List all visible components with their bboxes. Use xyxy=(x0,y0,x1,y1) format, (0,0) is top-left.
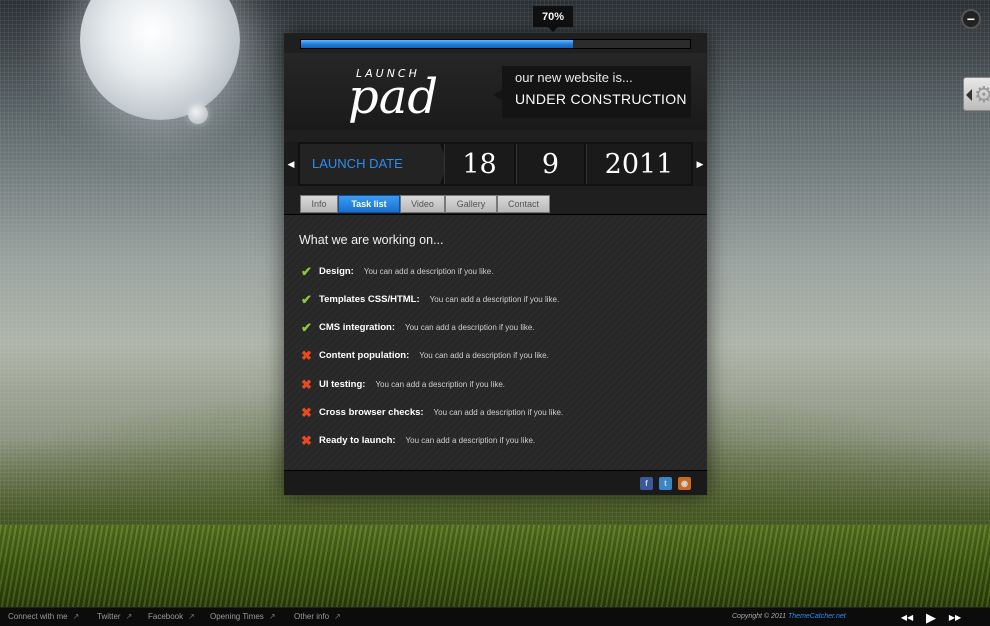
task-item: ✖ Content population: You can add a desc… xyxy=(300,348,549,362)
progress-bar-fill xyxy=(301,40,574,48)
footer-link-other-info[interactable]: Other info ↗ xyxy=(294,612,341,621)
external-link-icon: ↗ xyxy=(268,612,276,621)
task-list-heading: What we are working on... xyxy=(299,233,444,247)
external-link-icon: ↗ xyxy=(334,612,341,621)
cross-icon: ✖ xyxy=(301,347,312,363)
task-item: ✔ Templates CSS/HTML: You can add a desc… xyxy=(300,292,559,306)
tab-gallery[interactable]: Gallery xyxy=(445,195,497,213)
twitter-icon[interactable]: t xyxy=(659,477,672,490)
tab-bar: Info Task list Video Gallery Contact xyxy=(284,195,707,215)
task-item: ✖ Cross browser checks: You can add a de… xyxy=(300,405,563,419)
task-description: You can add a description if you like. xyxy=(405,322,535,332)
forward-button[interactable]: ▶▶ xyxy=(946,609,964,626)
small-moon-decoration xyxy=(188,104,208,124)
triangle-left-icon: ◀ xyxy=(287,158,295,169)
rss-icon[interactable]: ◉ xyxy=(678,477,691,490)
launch-date-label: LAUNCH DATE xyxy=(300,144,448,184)
next-date-button[interactable]: ▶ xyxy=(693,142,707,186)
moon-decoration xyxy=(80,0,240,120)
launch-year: 2011 xyxy=(586,144,691,184)
cross-icon: ✖ xyxy=(301,376,312,392)
status-callout: our new website is... UNDER CONSTRUCTION xyxy=(493,66,691,118)
launch-day: 18 xyxy=(444,144,514,184)
settings-panel-toggle[interactable]: ⚙ xyxy=(963,77,990,111)
rewind-button[interactable]: ◀◀ xyxy=(898,609,916,626)
task-name: Templates CSS/HTML: xyxy=(319,293,420,305)
footer-link-opening-times[interactable]: Opening Times ↗ xyxy=(210,612,276,621)
facebook-icon[interactable]: f xyxy=(640,477,653,490)
checkmark-icon: ✔ xyxy=(301,263,312,279)
tab-video[interactable]: Video xyxy=(400,195,445,213)
grass-background xyxy=(0,525,990,607)
task-name: CMS integration: xyxy=(319,321,395,333)
cross-icon: ✖ xyxy=(301,404,312,420)
triangle-right-icon: ▶ xyxy=(696,158,704,169)
footer-link-label: Opening Times xyxy=(210,612,264,621)
site-footer: Connect with me ↗ Twitter ↗ Facebook ↗ Open… xyxy=(0,607,990,626)
external-link-icon: ↗ xyxy=(72,612,80,621)
task-name: Cross browser checks: xyxy=(319,406,424,418)
progress-percent-label: 70% xyxy=(533,6,573,32)
footer-link-label: Connect with me xyxy=(8,612,68,621)
footer-link-label: Twitter xyxy=(97,612,121,621)
footer-link-twitter[interactable]: Twitter ↗ xyxy=(97,612,132,621)
tab-task-list[interactable]: Task list xyxy=(338,195,400,213)
main-panel: LAUNCH pad our new website is... UNDER C… xyxy=(284,33,707,495)
copyright-text: Copyright © 2011 ThemeCatcher.net xyxy=(732,613,846,620)
task-description: You can add a description if you like. xyxy=(419,350,549,360)
task-description: You can add a description if you like. xyxy=(375,379,506,389)
task-item: ✖ UI testing: You can add a description … xyxy=(300,377,505,391)
task-name: UI testing: xyxy=(319,378,366,390)
task-list-content: What we are working on... ✔ Design: You … xyxy=(284,215,707,470)
external-link-icon: ↗ xyxy=(188,612,195,621)
logo-main-text: pad xyxy=(348,69,439,125)
task-name: Content population: xyxy=(319,349,410,361)
themecatcher-link[interactable]: ThemeCatcher.net xyxy=(788,613,846,620)
task-description: You can add a description if you like. xyxy=(363,266,494,276)
task-name: Design: xyxy=(319,265,354,277)
task-name: Ready to launch: xyxy=(319,434,396,446)
tab-info[interactable]: Info xyxy=(300,195,338,213)
status-callout-line2: UNDER CONSTRUCTION xyxy=(515,91,687,107)
progress-bar xyxy=(300,39,691,49)
panel-footer: f t ◉ xyxy=(284,470,707,495)
play-button[interactable]: ▶ xyxy=(922,609,940,626)
launch-date-bar: ◀ LAUNCH DATE 18 9 2011 ▶ xyxy=(284,142,707,186)
cross-icon: ✖ xyxy=(301,432,312,448)
launch-month: 9 xyxy=(516,144,584,184)
copyright-prefix: Copyright © 2011 xyxy=(732,613,787,620)
task-description: You can add a description if you like. xyxy=(429,294,560,304)
task-item: ✖ Ready to launch: You can add a descrip… xyxy=(300,433,535,447)
task-description: You can add a description if you like. xyxy=(433,407,564,417)
footer-link-facebook[interactable]: Facebook ↗ xyxy=(148,612,195,621)
footer-link-label: Other info xyxy=(294,612,330,621)
task-item: ✔ CMS integration: You can add a descrip… xyxy=(300,320,535,334)
task-item: ✔ Design: You can add a description if y… xyxy=(300,264,493,278)
arrow-left-icon xyxy=(966,89,972,101)
prev-date-button[interactable]: ◀ xyxy=(284,142,298,186)
checkmark-icon: ✔ xyxy=(301,319,312,335)
external-link-icon: ↗ xyxy=(125,612,133,621)
status-callout-line1: our new website is... xyxy=(515,70,633,85)
gear-icon: ⚙ xyxy=(974,82,990,107)
footer-link-label: Facebook xyxy=(148,612,184,621)
task-description: You can add a description if you like. xyxy=(405,435,536,445)
checkmark-icon: ✔ xyxy=(301,291,312,307)
brand-header: LAUNCH pad our new website is... UNDER C… xyxy=(284,53,707,130)
minimize-button[interactable]: − xyxy=(961,9,981,29)
tab-contact[interactable]: Contact xyxy=(497,195,550,213)
footer-link-connect[interactable]: Connect with me ↗ xyxy=(8,612,79,621)
